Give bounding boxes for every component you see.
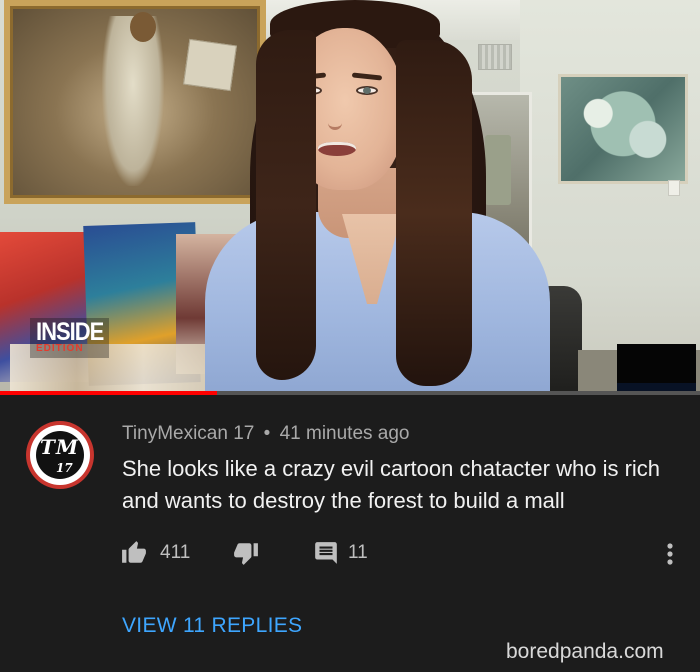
video-player[interactable]: INSIDE EDITION <box>0 0 700 393</box>
painted-figure-head <box>130 12 156 42</box>
video-progress-fill <box>0 391 217 395</box>
comment-meta: TinyMexican 17 • 41 minutes ago <box>122 423 410 445</box>
person-mouth <box>318 142 356 156</box>
like-button[interactable] <box>120 540 148 566</box>
comment-icon <box>313 540 339 566</box>
comment-actions: 411 11 <box>120 540 680 568</box>
logo-main-text: INSIDE <box>36 317 104 346</box>
framed-painting-succulents <box>558 74 688 184</box>
comment-author[interactable]: TinyMexican 17 <box>122 423 254 444</box>
thumbs-down-icon <box>232 540 260 566</box>
comment-timestamp: 41 minutes ago <box>279 423 410 444</box>
dislike-button[interactable] <box>232 540 260 566</box>
watermark: boredpanda.com <box>506 640 664 663</box>
meta-separator: • <box>263 423 271 444</box>
painted-figure <box>102 16 164 186</box>
video-corner-overlay <box>617 344 696 393</box>
painted-sheet <box>183 38 237 92</box>
thumbs-up-icon <box>120 540 148 566</box>
inside-edition-logo: INSIDE EDITION <box>30 317 110 358</box>
person-nose <box>328 100 342 130</box>
more-vertical-icon <box>660 540 680 568</box>
avatar[interactable]: TM 17 <box>26 421 94 489</box>
avatar-initials: TM <box>40 435 80 459</box>
more-options-button[interactable] <box>660 540 680 568</box>
person-right-eye <box>356 86 378 95</box>
view-replies-link[interactable]: VIEW 11 REPLIES <box>122 614 302 638</box>
person-hair-left <box>256 30 316 380</box>
artwork-stack <box>0 222 240 393</box>
avatar-number: 17 <box>56 461 73 475</box>
reply-button[interactable] <box>313 540 339 566</box>
like-count: 411 <box>160 542 191 563</box>
air-vent <box>478 44 512 70</box>
framed-painting-woman <box>4 0 266 204</box>
light-switch <box>668 180 680 196</box>
comment-body: She looks like a crazy evil cartoon chat… <box>122 456 661 513</box>
reply-count: 11 <box>348 542 368 563</box>
person-hair-right <box>396 40 472 386</box>
